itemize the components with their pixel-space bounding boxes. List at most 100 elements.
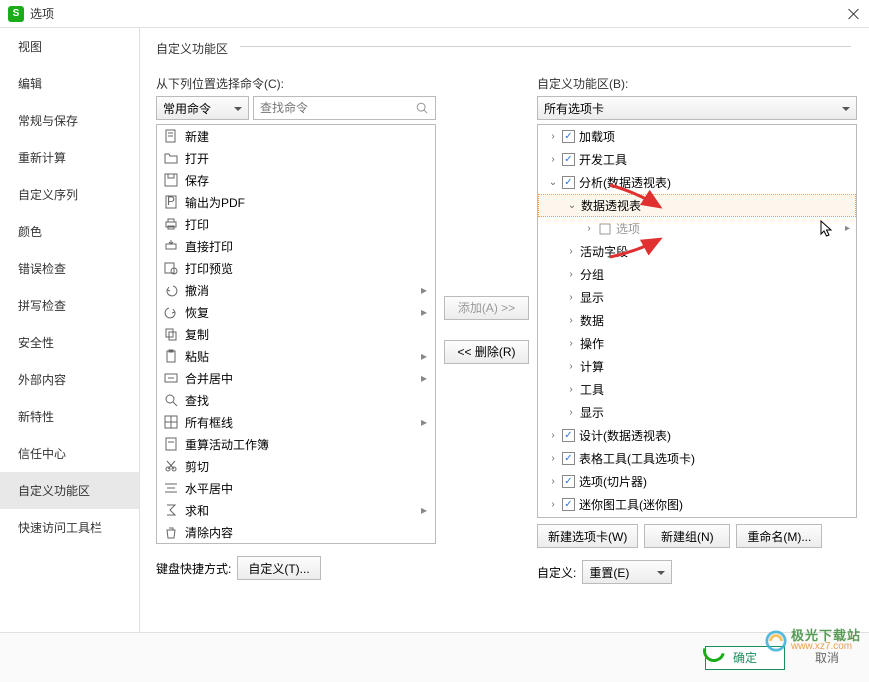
tree-item[interactable]: ›活动字段 bbox=[538, 240, 856, 263]
command-item[interactable]: 合并居中▸ bbox=[157, 367, 435, 389]
checkbox[interactable]: ✓ bbox=[562, 429, 575, 442]
close-icon[interactable] bbox=[845, 6, 861, 22]
cancel-button[interactable]: 取消 bbox=[815, 649, 839, 666]
expand-icon[interactable]: › bbox=[566, 362, 576, 372]
sidebar-item[interactable]: 颜色 bbox=[0, 213, 139, 250]
sidebar-item[interactable]: 快速访问工具栏 bbox=[0, 509, 139, 546]
new-tab-button[interactable]: 新建选项卡(W) bbox=[537, 524, 638, 548]
command-label: 重算活动工作簿 bbox=[185, 436, 429, 453]
expand-icon[interactable]: › bbox=[566, 247, 576, 257]
tree-item[interactable]: ›显示 bbox=[538, 401, 856, 424]
tree-item[interactable]: ⌄数据透视表 bbox=[538, 194, 856, 217]
dprint-icon bbox=[163, 238, 179, 254]
tree-item[interactable]: ⌄✓分析(数据透视表) bbox=[538, 171, 856, 194]
expand-icon[interactable]: › bbox=[584, 224, 594, 234]
command-item[interactable]: 直接打印 bbox=[157, 235, 435, 257]
command-item[interactable]: 求和▸ bbox=[157, 499, 435, 521]
checkbox[interactable]: ✓ bbox=[562, 153, 575, 166]
sidebar-item[interactable]: 重新计算 bbox=[0, 139, 139, 176]
sidebar-item[interactable]: 新特性 bbox=[0, 398, 139, 435]
command-item[interactable]: 查找 bbox=[157, 389, 435, 411]
tree-item[interactable]: › 工具 bbox=[538, 378, 856, 401]
reset-dropdown[interactable]: 重置(E) bbox=[582, 560, 672, 584]
command-item[interactable]: 保存 bbox=[157, 169, 435, 191]
ok-button[interactable]: 确定 bbox=[705, 646, 785, 670]
command-item[interactable]: 格式刷▸ bbox=[157, 543, 435, 544]
expand-icon[interactable]: › bbox=[548, 155, 558, 165]
tree-item[interactable]: ›✓迷你图工具(迷你图) bbox=[538, 493, 856, 516]
command-category-dropdown[interactable]: 常用命令 bbox=[156, 96, 249, 120]
sidebar-item[interactable]: 外部内容 bbox=[0, 361, 139, 398]
tree-item[interactable]: ›数据 bbox=[538, 309, 856, 332]
expand-icon[interactable]: › bbox=[566, 385, 576, 395]
sidebar-item[interactable]: 常规与保存 bbox=[0, 102, 139, 139]
checkbox[interactable]: ✓ bbox=[562, 475, 575, 488]
ribbon-scope-dropdown[interactable]: 所有选项卡 bbox=[537, 96, 857, 120]
checkbox[interactable]: ✓ bbox=[562, 498, 575, 511]
ribbon-tree[interactable]: ›✓加载项›✓开发工具⌄✓分析(数据透视表)⌄数据透视表›选项▸›活动字段›分组… bbox=[537, 124, 857, 518]
tree-item[interactable]: ›选项▸ bbox=[538, 217, 856, 240]
tree-item[interactable]: ›计算 bbox=[538, 355, 856, 378]
sidebar-item[interactable]: 编辑 bbox=[0, 65, 139, 102]
command-item[interactable]: 水平居中 bbox=[157, 477, 435, 499]
sidebar-item[interactable]: 自定义功能区 bbox=[0, 472, 139, 509]
command-item[interactable]: 恢复 ▸ bbox=[157, 301, 435, 323]
tree-item[interactable]: ›✓加载项 bbox=[538, 125, 856, 148]
search-icon[interactable] bbox=[415, 101, 429, 115]
tree-item[interactable]: ›分组 bbox=[538, 263, 856, 286]
command-item[interactable]: 复制 bbox=[157, 323, 435, 345]
command-item[interactable]: 新建 bbox=[157, 125, 435, 147]
add-button[interactable]: 添加(A) >> bbox=[444, 296, 529, 320]
expand-icon[interactable]: › bbox=[566, 316, 576, 326]
commands-listbox[interactable]: 新建打开保存P输出为PDF打印直接打印打印预览撤消▸ 恢复 ▸ 复制粘贴▸合并居中▸查… bbox=[156, 124, 436, 544]
sidebar-item[interactable]: 自定义序列 bbox=[0, 176, 139, 213]
checkbox[interactable]: ✓ bbox=[562, 176, 575, 189]
save-icon bbox=[163, 172, 179, 188]
command-item[interactable]: 重算活动工作簿 bbox=[157, 433, 435, 455]
sidebar-item[interactable]: 信任中心 bbox=[0, 435, 139, 472]
command-item[interactable]: 粘贴▸ bbox=[157, 345, 435, 367]
command-item[interactable]: 打开 bbox=[157, 147, 435, 169]
checkbox[interactable]: ✓ bbox=[562, 452, 575, 465]
command-item[interactable]: P输出为PDF bbox=[157, 191, 435, 213]
expand-icon[interactable]: › bbox=[566, 339, 576, 349]
search-input[interactable] bbox=[260, 101, 415, 115]
expand-icon[interactable]: › bbox=[548, 431, 558, 441]
tree-item[interactable]: ›✓表格工具(工具选项卡) bbox=[538, 447, 856, 470]
submenu-arrow-icon: ▸ bbox=[421, 305, 429, 319]
expand-icon[interactable]: › bbox=[548, 454, 558, 464]
expand-icon[interactable]: › bbox=[566, 293, 576, 303]
tree-item[interactable]: ›操作 bbox=[538, 332, 856, 355]
remove-button[interactable]: << 删除(R) bbox=[444, 340, 529, 364]
tree-item[interactable]: ›✓开发工具 bbox=[538, 148, 856, 171]
expand-icon[interactable]: › bbox=[548, 477, 558, 487]
sidebar-item[interactable]: 拼写检查 bbox=[0, 287, 139, 324]
customize-shortcut-button[interactable]: 自定义(T)... bbox=[237, 556, 320, 580]
checkbox[interactable]: ✓ bbox=[562, 130, 575, 143]
command-label: 恢复 bbox=[185, 304, 415, 321]
new-group-button[interactable]: 新建组(N) bbox=[644, 524, 730, 548]
command-label: 粘贴 bbox=[185, 348, 415, 365]
tree-label: 工具 bbox=[580, 381, 850, 398]
tree-label: 选项(切片器) bbox=[579, 473, 850, 490]
tree-item[interactable]: ›显示 bbox=[538, 286, 856, 309]
command-item[interactable]: 撤消▸ bbox=[157, 279, 435, 301]
tree-item[interactable]: › ✓ 选项(切片器) bbox=[538, 470, 856, 493]
command-item[interactable]: 剪切 bbox=[157, 455, 435, 477]
command-item[interactable]: 所有框线▸ bbox=[157, 411, 435, 433]
command-item[interactable]: 清除内容 bbox=[157, 521, 435, 543]
expand-icon[interactable]: › bbox=[566, 408, 576, 418]
expand-icon[interactable]: ⌄ bbox=[567, 201, 577, 211]
expand-icon[interactable]: › bbox=[566, 270, 576, 280]
expand-icon[interactable]: ⌄ bbox=[548, 178, 558, 188]
command-item[interactable]: 打印 bbox=[157, 213, 435, 235]
rename-button[interactable]: 重命名(M)... bbox=[736, 524, 822, 548]
svg-text:P: P bbox=[167, 194, 175, 208]
expand-icon[interactable]: › bbox=[548, 500, 558, 510]
sidebar-item[interactable]: 视图 bbox=[0, 28, 139, 65]
command-item[interactable]: 打印预览 bbox=[157, 257, 435, 279]
sidebar-item[interactable]: 错误检查 bbox=[0, 250, 139, 287]
sidebar-item[interactable]: 安全性 bbox=[0, 324, 139, 361]
tree-item[interactable]: ›✓设计(数据透视表) bbox=[538, 424, 856, 447]
expand-icon[interactable]: › bbox=[548, 132, 558, 142]
